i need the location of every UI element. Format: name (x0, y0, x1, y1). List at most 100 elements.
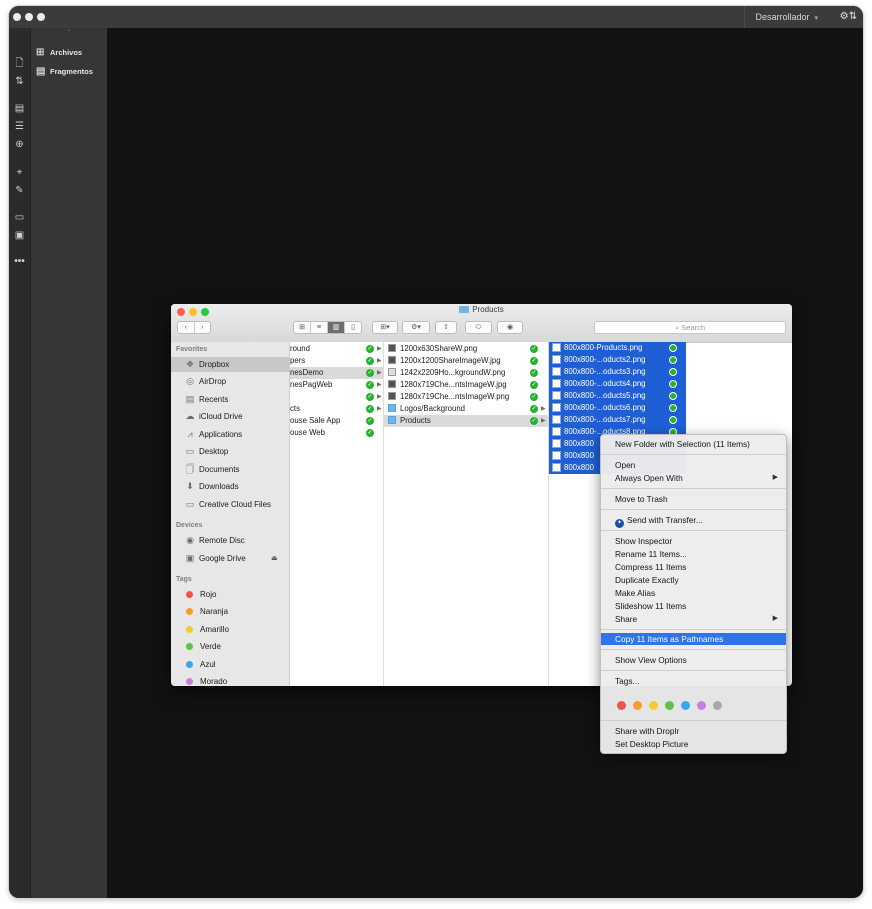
sidebar-item-applications[interactable]: ⩘ Applications (171, 427, 289, 442)
list-item[interactable]: pers ✓ ▶ (290, 355, 383, 367)
tag-color-green[interactable] (665, 701, 674, 710)
list-item[interactable]: ouse Web ✓ (290, 427, 383, 439)
menu-item-rename[interactable]: Rename 11 Items... (601, 548, 786, 560)
tag-dot (186, 678, 193, 685)
action-gear-button[interactable]: ⚙▾ (402, 321, 430, 334)
group-button[interactable]: ⊞▾ (372, 321, 398, 334)
sidebar-item-recents[interactable]: ▤ Recents (171, 392, 289, 407)
maximize-button[interactable] (37, 13, 45, 21)
menu-item-show-view-options[interactable]: Show View Options (601, 654, 786, 666)
list-item[interactable]: Logos/Background ✓ ▶ (384, 403, 548, 415)
sidebar-item-airdrop[interactable]: ◎ AirDrop (171, 374, 289, 389)
menu-item-make-alias[interactable]: Make Alias (601, 587, 786, 599)
menu-item-compress[interactable]: Compress 11 Items (601, 561, 786, 573)
comment-icon[interactable]: ▭ (9, 212, 30, 224)
menu-item-move-to-trash[interactable]: Move to Trash (601, 493, 786, 505)
settings-sync-icon[interactable]: ⚙⇅ (840, 6, 857, 28)
list-item[interactable]: ✓ ▶ (290, 391, 383, 403)
list-item[interactable]: 1242x2209Ho...kgroundW.png ✓ (384, 367, 548, 379)
share-icon[interactable]: ⇧ (435, 321, 457, 334)
list-item[interactable]: nesPagWeb ✓ ▶ (290, 379, 383, 391)
layers-icon[interactable]: ▣ (9, 230, 30, 242)
quick-look-eye-icon[interactable]: ◉ (497, 321, 523, 334)
tag-icon[interactable]: ⬭ (465, 321, 492, 334)
tag-color-purple[interactable] (697, 701, 706, 710)
sidebar-tag-rojo[interactable]: Rojo (171, 587, 289, 602)
close-button[interactable] (13, 13, 21, 21)
transform-icon[interactable]: ⌖ (9, 167, 30, 179)
sidebar-tag-verde[interactable]: Verde (171, 639, 289, 654)
eject-icon[interactable]: ⏏ (271, 551, 278, 566)
sort-arrows-icon[interactable]: ⇅ (9, 76, 30, 88)
list-item-selected[interactable]: 800x800-...oducts6.png (549, 402, 686, 414)
column-view-icon[interactable]: ▥ (328, 322, 345, 333)
tag-color-gray[interactable] (713, 701, 722, 710)
menu-item-share-droplr[interactable]: Share with Droplr (601, 725, 786, 737)
workspace-switcher[interactable]: Desarrollador ▾ (744, 6, 818, 28)
forward-icon[interactable]: › (195, 322, 211, 333)
more-icon[interactable]: ••• (9, 256, 30, 268)
list-item-selected[interactable]: Products ✓ ▶ (384, 415, 548, 427)
list-item[interactable]: round ✓ ▶ (290, 343, 383, 355)
sidebar-tag-morado[interactable]: Morado (171, 674, 289, 686)
sidebar-item-dropbox[interactable]: ❖ Dropbox (171, 357, 289, 372)
panel-item-fragmentos[interactable]: ▤ Fragmentos (36, 65, 93, 79)
menu-item-send-with-transfer[interactable]: ✦ Send with Transfer... (601, 514, 786, 528)
sync-check-icon: ✓ (530, 357, 538, 365)
list-item-selected[interactable]: 800x800-...oducts4.png (549, 378, 686, 390)
sidebar-item-google-drive[interactable]: ▣ Google Drive ⏏ (171, 551, 289, 566)
menu-item-tags[interactable]: Tags... (601, 675, 786, 687)
tag-color-yellow[interactable] (649, 701, 658, 710)
list-item-selected[interactable]: 800x800-...oducts5.png (549, 390, 686, 402)
tag-color-red[interactable] (617, 701, 626, 710)
list-item[interactable]: 1200x1200ShareImageW.jpg ✓ (384, 355, 548, 367)
menu-item-copy-pathnames[interactable]: Copy 11 Items as Pathnames (601, 633, 786, 645)
back-icon[interactable]: ‹ (178, 322, 195, 333)
menu-item-show-inspector[interactable]: Show Inspector (601, 535, 786, 547)
menu-item-new-folder[interactable]: New Folder with Selection (11 Items) (601, 438, 786, 450)
menu-item-share[interactable]: Share ▶ (601, 613, 786, 625)
sync-check-icon: ✓ (366, 429, 374, 437)
sidebar-item-downloads[interactable]: ⬇ Downloads (171, 479, 289, 494)
menu-item-set-desktop-picture[interactable]: Set Desktop Picture (601, 738, 786, 750)
gallery-view-icon[interactable]: ▯ (345, 322, 361, 333)
target-icon[interactable]: ⊕ (9, 139, 30, 151)
sidebar-tag-amarillo[interactable]: Amarillo (171, 622, 289, 637)
sidebar-item-creative-cloud[interactable]: ▭ Creative Cloud Files (171, 497, 289, 512)
icon-view-icon[interactable]: ⊞ (294, 322, 311, 333)
tag-color-orange[interactable] (633, 701, 642, 710)
list-item-selected[interactable]: 800x800-...oducts3.png (549, 366, 686, 378)
menu-item-duplicate[interactable]: Duplicate Exactly (601, 574, 786, 586)
menu-item-slideshow[interactable]: Slideshow 11 Items (601, 600, 786, 612)
list-view-icon[interactable]: ≡ (311, 322, 328, 333)
list-item[interactable]: 1280x719Che...ntsImageW.jpg ✓ (384, 379, 548, 391)
inspect-icon[interactable]: ▤ (9, 103, 30, 115)
new-file-icon[interactable]: 🗋 (9, 58, 30, 70)
list-item[interactable]: cts ✓ ▶ (290, 403, 383, 415)
sync-check-icon (669, 416, 677, 424)
list-item[interactable]: ouse Sale App ✓ (290, 415, 383, 427)
align-lines-icon[interactable]: ☰ (9, 121, 30, 133)
sidebar-item-remote-disc[interactable]: ◉ Remote Disc (171, 533, 289, 548)
search-input[interactable]: ⌕ Search (594, 321, 786, 334)
sidebar-item-icloud[interactable]: ☁ iCloud Drive (171, 409, 289, 424)
menu-item-always-open-with[interactable]: Always Open With ▶ (601, 472, 786, 484)
list-item-selected[interactable]: nesDemo ✓ ▶ (290, 367, 383, 379)
list-item-selected[interactable]: 800x800-...oducts7.png (549, 414, 686, 426)
pen-icon[interactable]: ✎ (9, 185, 30, 197)
list-item[interactable]: 1200x630ShareW.png ✓ (384, 343, 548, 355)
menu-item-open[interactable]: Open (601, 459, 786, 471)
list-item-selected[interactable]: 800x800-Products.png (549, 342, 686, 354)
list-item[interactable]: 1280x719Che...ntsImageW.png ✓ (384, 391, 548, 403)
desktop-icon: ▭ (185, 446, 195, 456)
panel-grip[interactable]: '' (31, 30, 107, 36)
panel-item-label: Archivos (50, 48, 83, 57)
minimize-button[interactable] (25, 13, 33, 21)
list-item-selected[interactable]: 800x800-...oducts2.png (549, 354, 686, 366)
sidebar-tag-azul[interactable]: Azul (171, 657, 289, 672)
panel-item-archivos[interactable]: ⊞ Archivos (36, 46, 82, 60)
sidebar-item-documents[interactable]: 🗍 Documents (171, 462, 289, 477)
sidebar-tag-naranja[interactable]: Naranja (171, 604, 289, 619)
tag-color-blue[interactable] (681, 701, 690, 710)
sidebar-item-desktop[interactable]: ▭ Desktop (171, 444, 289, 459)
